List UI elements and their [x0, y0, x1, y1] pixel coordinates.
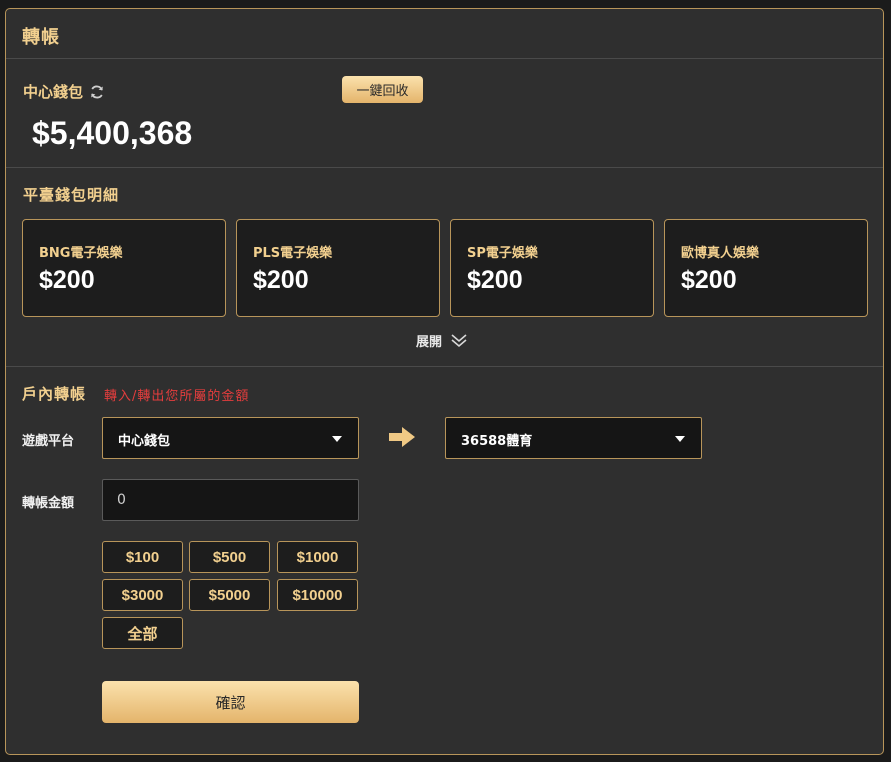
caret-down-icon [332, 436, 342, 442]
platform-wallet-section: 平臺錢包明細 BNG電子娛樂 $200 PLS電子娛樂 $200 SP電子娛樂 … [6, 168, 883, 367]
transfer-amount-input[interactable] [102, 479, 359, 521]
to-wallet-select[interactable]: 36588體育 [445, 417, 702, 459]
one-click-recall-button[interactable]: 一鍵回收 [342, 76, 423, 103]
quick-amount-100-button[interactable]: $100 [102, 541, 183, 573]
quick-amount-3000-button[interactable]: $3000 [102, 579, 183, 611]
center-wallet-section: 中心錢包 一鍵回收 $5,400,368 [6, 59, 883, 168]
platform-card-amount: $200 [467, 266, 523, 294]
platform-card-amount: $200 [681, 266, 737, 294]
center-wallet-label-group: 中心錢包 [23, 81, 105, 102]
panel-header: 轉帳 [6, 9, 883, 59]
quick-amount-10000-button[interactable]: $10000 [277, 579, 358, 611]
platform-wallet-title: 平臺錢包明細 [23, 186, 120, 204]
platform-card-name: BNG電子娛樂 [39, 246, 123, 261]
platform-card-amount: $200 [253, 266, 309, 294]
expand-label: 展開 [416, 335, 443, 350]
quick-amount-all-button[interactable]: 全部 [102, 617, 183, 649]
from-wallet-value: 中心錢包 [118, 434, 171, 449]
platform-card-name: 歐博真人娛樂 [681, 246, 760, 261]
expand-toggle[interactable]: 展開 [416, 331, 468, 350]
to-wallet-value: 36588體育 [461, 434, 533, 449]
internal-transfer-title: 戶內轉帳 [22, 385, 87, 403]
platform-card-allbet: 歐博真人娛樂 $200 [664, 219, 868, 317]
platform-card-amount: $200 [39, 266, 95, 294]
platform-card-sp: SP電子娛樂 $200 [450, 219, 654, 317]
platform-card-name: SP電子娛樂 [467, 246, 538, 261]
game-platform-label: 遊戲平台 [22, 434, 75, 449]
confirm-button[interactable]: 確認 [102, 681, 359, 723]
arrow-right-icon [389, 427, 415, 447]
quick-amount-500-button[interactable]: $500 [189, 541, 270, 573]
internal-transfer-section: 戶內轉帳 轉入/轉出您所屬的金額 遊戲平台 中心錢包 36588體育 轉帳金額 … [6, 367, 883, 752]
wallet-balance: $5,400,368 [32, 115, 193, 151]
page-title: 轉帳 [22, 27, 60, 48]
platform-card-bng: BNG電子娛樂 $200 [22, 219, 226, 317]
platform-card-pls: PLS電子娛樂 $200 [236, 219, 440, 317]
quick-amount-1000-button[interactable]: $1000 [277, 541, 358, 573]
quick-amount-5000-button[interactable]: $5000 [189, 579, 270, 611]
transfer-panel: 轉帳 中心錢包 一鍵回收 $5,400,368 平臺錢包明細 BNG電子娛樂 $… [5, 8, 884, 755]
from-wallet-select[interactable]: 中心錢包 [102, 417, 359, 459]
platform-card-name: PLS電子娛樂 [253, 246, 333, 261]
refresh-icon[interactable] [89, 84, 105, 100]
internal-transfer-hint: 轉入/轉出您所屬的金額 [104, 389, 250, 404]
caret-down-icon [675, 436, 685, 442]
transfer-amount-label: 轉帳金額 [22, 496, 75, 511]
double-chevron-down-icon [451, 333, 467, 347]
center-wallet-label: 中心錢包 [23, 83, 84, 101]
